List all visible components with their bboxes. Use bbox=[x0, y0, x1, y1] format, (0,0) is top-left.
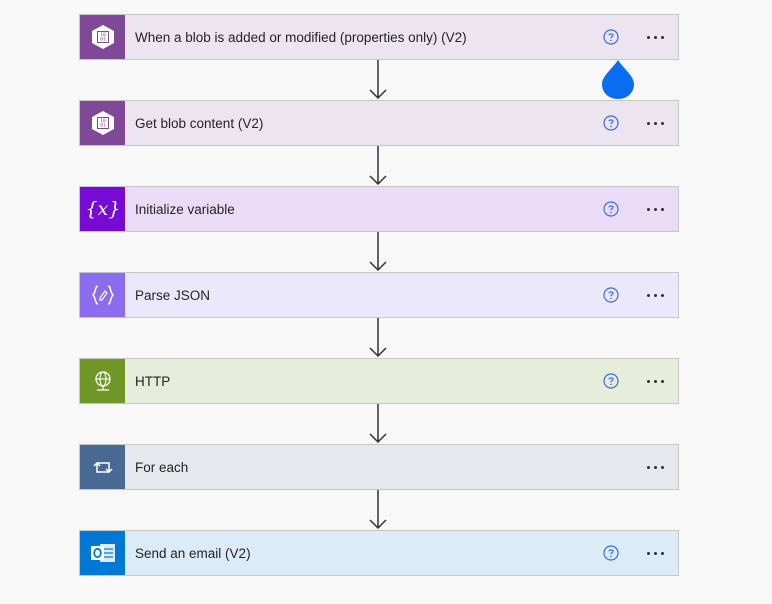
step-card-send-email[interactable]: Send an email (V2) bbox=[79, 530, 679, 576]
svg-text:01: 01 bbox=[100, 123, 106, 129]
step-title: Send an email (V2) bbox=[135, 545, 251, 561]
variable-icon: {x} bbox=[80, 187, 125, 231]
drop-indicator-icon bbox=[602, 60, 634, 99]
step-card-initialize-variable[interactable]: {x} Initialize variable bbox=[79, 186, 679, 232]
more-options-button[interactable] bbox=[641, 113, 669, 133]
parse-json-icon bbox=[80, 273, 125, 317]
blob-storage-icon: 10 01 bbox=[80, 101, 125, 145]
step-title: Initialize variable bbox=[135, 201, 235, 217]
help-icon[interactable] bbox=[602, 545, 619, 562]
help-icon[interactable] bbox=[602, 373, 619, 390]
connector-arrow bbox=[369, 490, 387, 530]
connector-arrow bbox=[369, 232, 387, 272]
svg-text:{x}: {x} bbox=[86, 198, 120, 220]
help-icon[interactable] bbox=[602, 287, 619, 304]
connector-arrow bbox=[369, 146, 387, 186]
step-card-parse-json[interactable]: Parse JSON bbox=[79, 272, 679, 318]
step-title: Parse JSON bbox=[135, 287, 211, 303]
more-options-button[interactable] bbox=[641, 457, 669, 477]
more-options-button[interactable] bbox=[641, 199, 669, 219]
step-card-trigger[interactable]: 10 01 When a blob is added or modified (… bbox=[79, 14, 679, 60]
more-options-button[interactable] bbox=[641, 543, 669, 563]
globe-icon bbox=[80, 359, 125, 403]
step-title: When a blob is added or modified (proper… bbox=[135, 29, 467, 45]
more-options-button[interactable] bbox=[641, 285, 669, 305]
connector-arrow bbox=[369, 318, 387, 358]
connector-arrow bbox=[369, 404, 387, 444]
step-card-for-each[interactable]: For each bbox=[79, 444, 679, 490]
loop-icon bbox=[80, 445, 125, 489]
blob-storage-icon: 10 01 bbox=[80, 15, 125, 59]
step-title: Get blob content (V2) bbox=[135, 115, 264, 131]
svg-text:01: 01 bbox=[100, 37, 106, 43]
flow-canvas: 10 01 When a blob is added or modified (… bbox=[0, 0, 772, 604]
connector-arrow bbox=[369, 60, 387, 100]
help-icon[interactable] bbox=[602, 29, 619, 46]
step-title: For each bbox=[135, 459, 189, 475]
step-title: HTTP bbox=[135, 373, 171, 389]
step-card-get-blob[interactable]: 10 01 Get blob content (V2) bbox=[79, 100, 679, 146]
outlook-icon bbox=[80, 531, 125, 575]
step-card-http[interactable]: HTTP bbox=[79, 358, 679, 404]
help-icon[interactable] bbox=[602, 115, 619, 132]
more-options-button[interactable] bbox=[641, 27, 669, 47]
more-options-button[interactable] bbox=[641, 371, 669, 391]
help-icon[interactable] bbox=[602, 201, 619, 218]
